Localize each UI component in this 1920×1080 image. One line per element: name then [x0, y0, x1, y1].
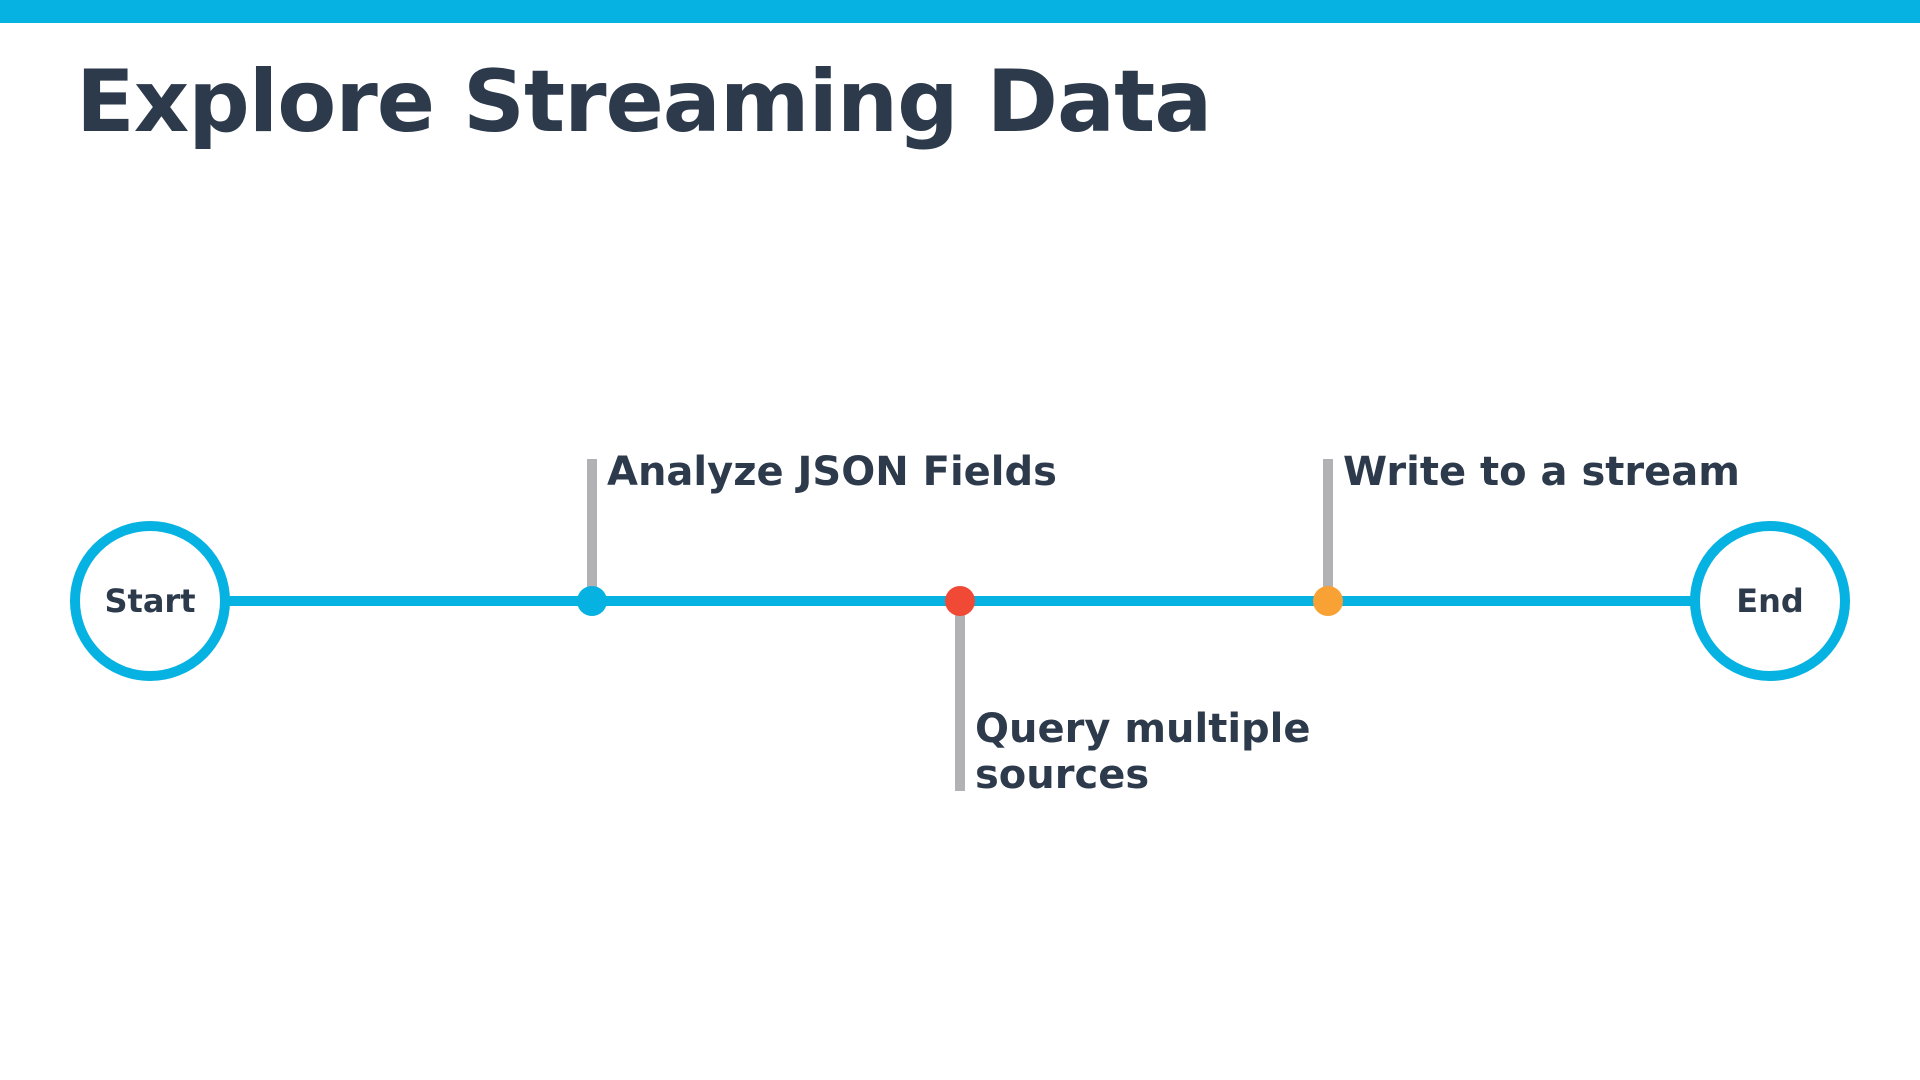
milestone-label-query-line2: sources — [975, 752, 1150, 798]
milestone-dot-analyze — [577, 586, 607, 616]
timeline-diagram — [70, 459, 1850, 791]
milestone-dot-write — [1313, 586, 1343, 616]
milestone-label-analyze: Analyze JSON Fields — [607, 449, 1057, 495]
connector-analyze — [587, 459, 597, 601]
end-label: End — [1736, 582, 1804, 620]
milestone-label-write: Write to a stream — [1343, 449, 1740, 495]
connector-write — [1323, 459, 1333, 601]
milestone-dot-query — [945, 586, 975, 616]
connector-query — [955, 601, 965, 791]
milestone-label-query: Query multiple sources — [975, 706, 1311, 798]
slide: Explore Streaming Data Start End Analyze… — [0, 0, 1920, 1080]
milestone-label-query-line1: Query multiple — [975, 706, 1311, 752]
start-label: Start — [104, 582, 196, 620]
